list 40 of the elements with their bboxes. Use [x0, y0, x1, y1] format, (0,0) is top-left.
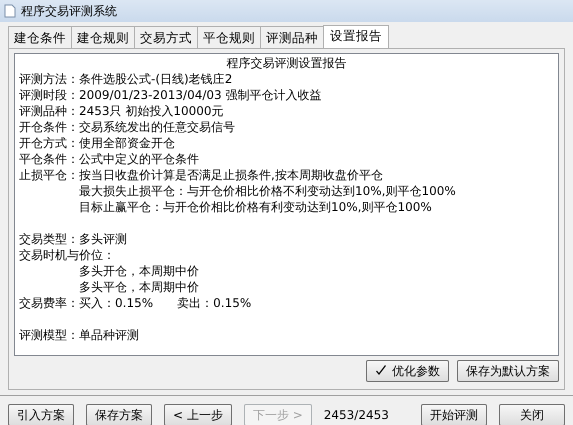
report-text: 按当日收盘价计算是否满足止损条件,按本周期收盘价平仓 — [79, 167, 383, 183]
report-label: 交易时机与价位： — [19, 247, 115, 263]
footer-button[interactable]: 保存方案 — [86, 404, 152, 425]
report-label: 平仓条件： — [19, 151, 79, 167]
report-label: 评测模型： — [19, 327, 79, 343]
footer-button[interactable]: 开始评测 — [421, 404, 487, 425]
window-title: 程序交易评测系统 — [21, 3, 117, 20]
report-label: 止损平仓： — [19, 167, 79, 183]
report-text: 使用全部资金开仓 — [79, 135, 175, 151]
report-text: 2453只 初始投入10000元 — [79, 103, 224, 119]
report-text: 卖出：0.15% — [177, 295, 252, 311]
optimize-button[interactable]: 优化参数 — [366, 360, 449, 382]
report-label: 开仓方式： — [19, 135, 79, 151]
report-text: 多头开仓，本周期中价 — [79, 263, 199, 279]
report-text: 多头评测 — [79, 231, 127, 247]
document-icon — [4, 4, 16, 18]
report-text: 多头平仓，本周期中价 — [79, 279, 199, 295]
report-label: 开仓条件： — [19, 119, 79, 135]
report-label: 评测时段： — [19, 87, 79, 103]
progress-counter: 2453/2453 — [324, 407, 389, 424]
footer-button[interactable]: 引入方案 — [8, 404, 74, 425]
tab[interactable]: 设置报告 — [323, 25, 389, 48]
report-title: 程序交易评测设置报告 — [226, 56, 348, 71]
report-text: 最大损失止损平仓：与开仓价相比价格不利变动达到10%,则平仓100% — [79, 183, 456, 199]
report-label: 评测方法： — [19, 71, 79, 87]
report-label: 评测品种： — [19, 103, 79, 119]
report-label: 交易类型： — [19, 231, 79, 247]
report-text: 单品种评测 — [79, 327, 139, 343]
check-icon — [375, 364, 387, 376]
report-text: 公式中定义的平仓条件 — [79, 151, 199, 167]
report-text: 交易系统发出的任意交易信号 — [79, 119, 235, 135]
report-text: 买入：0.15% — [79, 295, 154, 311]
report-text: 条件选股公式-(日线)老钱庄2 — [79, 71, 232, 87]
report-text: 目标止赢平仓：与开仓价相比价格有利变动达到10%,则平仓100% — [79, 199, 432, 215]
report-text: 2009/01/23-2013/04/03 强制平仓计入收益 — [79, 87, 322, 103]
tab[interactable]: 建仓条件 — [8, 26, 72, 48]
save-default-button[interactable]: 保存为默认方案 — [457, 360, 559, 382]
report-label: 交易费率： — [19, 295, 79, 311]
footer-button[interactable]: 关闭 — [499, 404, 565, 425]
footer-button[interactable]: < 上一步 — [164, 404, 232, 425]
